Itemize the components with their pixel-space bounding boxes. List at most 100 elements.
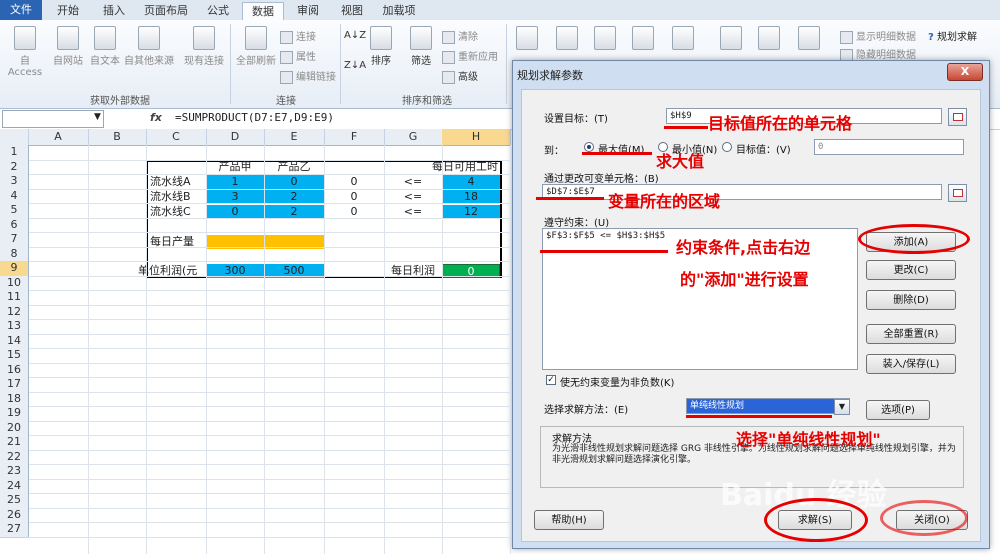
cell-h2[interactable]: 每日可用工时 [432,160,512,174]
cell-g3[interactable]: <= [384,175,442,189]
row-header-1[interactable]: 1 [0,145,29,161]
cell-h4[interactable]: 18 [442,190,500,204]
cell-e2[interactable]: 产品乙 [264,160,324,174]
edit-links-button[interactable]: 编辑链接 [280,68,336,84]
value-of-input[interactable]: 0 [814,139,964,155]
row-header-15[interactable]: 15 [0,348,29,364]
connections-button[interactable]: 连接 [280,28,316,44]
from-web-button[interactable]: 自网站 [50,26,86,67]
existing-connections-button[interactable]: 现有连接 [180,26,228,67]
reset-all-button[interactable]: 全部重置(R) [866,324,956,344]
row-header-27[interactable]: 27 [0,522,29,538]
row-header-12[interactable]: 12 [0,304,29,320]
change-constraint-button[interactable]: 更改(C) [866,260,956,280]
row-header-20[interactable]: 20 [0,420,29,436]
clear-filter-button[interactable]: 清除 [442,28,478,44]
objective-range-picker-icon[interactable] [948,108,967,126]
column-header-d[interactable]: D [206,129,265,145]
tab-file[interactable]: 文件 [0,0,42,20]
close-icon[interactable]: X [947,63,983,81]
text-to-columns-button[interactable] [514,26,540,52]
row-header-18[interactable]: 18 [0,391,29,407]
row-header-2[interactable]: 2 [0,159,29,175]
chevron-down-icon[interactable]: ▼ [834,399,850,415]
filter-button[interactable]: 筛选 [404,26,438,67]
tab-addins[interactable]: 加载项 [376,2,422,19]
options-button[interactable]: 选项(P) [866,400,930,420]
nonnegative-checkbox[interactable]: ✓ [546,375,556,385]
cell-e3[interactable]: 0 [264,175,324,189]
remove-duplicates-button[interactable] [554,26,580,52]
row-header-13[interactable]: 13 [0,319,29,335]
solver-button[interactable]: ? 规划求解 [928,28,977,43]
row-header-5[interactable]: 5 [0,203,29,219]
column-header-g[interactable]: G [384,129,443,145]
advanced-filter-button[interactable]: 高级 [442,68,478,84]
column-header-b[interactable]: B [88,129,147,145]
cell-f3[interactable]: 0 [324,175,384,189]
cell-f4[interactable]: 0 [324,190,384,204]
subtotal-button[interactable] [796,26,822,52]
tab-insert[interactable]: 插入 [94,2,134,19]
row-header-21[interactable]: 21 [0,435,29,451]
sort-ascending-button[interactable]: A↓Z [344,30,366,41]
consolidate-button[interactable] [630,26,656,52]
cell-c4[interactable]: 流水线B [150,190,206,204]
help-button[interactable]: 帮助(H) [534,510,604,530]
row-header-26[interactable]: 26 [0,507,29,523]
column-header-a[interactable]: A [28,129,89,145]
cell-d4[interactable]: 3 [206,190,264,204]
solving-method-select[interactable]: 单纯线性规划 [686,398,850,414]
row-header-19[interactable]: 19 [0,406,29,422]
name-box-dropdown-icon[interactable]: ▼ [94,112,101,122]
sort-button[interactable]: 排序 [366,26,396,67]
delete-constraint-button[interactable]: 删除(D) [866,290,956,310]
tab-review[interactable]: 审阅 [288,2,328,19]
reapply-button[interactable]: 重新应用 [442,48,498,64]
group-button[interactable] [718,26,744,52]
sort-descending-button[interactable]: Z↓A [344,60,366,71]
row-header-16[interactable]: 16 [0,362,29,378]
cell-g4[interactable]: <= [384,190,442,204]
cell-d3[interactable]: 1 [206,175,264,189]
row-header-10[interactable]: 10 [0,275,29,291]
from-other-sources-button[interactable]: 自其他来源 [122,26,176,67]
select-all-corner[interactable] [0,129,29,145]
from-text-button[interactable]: 自文本 [88,26,122,67]
row-header-9[interactable]: 9 [0,261,29,277]
what-if-button[interactable] [670,26,696,52]
cell-h3[interactable]: 4 [442,175,500,189]
properties-button[interactable]: 属性 [280,48,316,64]
row-header-17[interactable]: 17 [0,377,29,393]
tab-data[interactable]: 数据 [242,2,284,21]
row-header-3[interactable]: 3 [0,174,29,190]
row-header-7[interactable]: 7 [0,232,29,248]
column-header-c[interactable]: C [146,129,207,145]
row-header-14[interactable]: 14 [0,333,29,349]
row-header-25[interactable]: 25 [0,493,29,509]
max-radio[interactable] [584,142,594,152]
column-header-f[interactable]: F [324,129,385,145]
formula-input[interactable]: =SUMPRODUCT(D7:E7,D9:E9) [175,111,334,124]
row-header-6[interactable]: 6 [0,217,29,233]
value-of-radio[interactable] [722,142,732,152]
row-header-4[interactable]: 4 [0,188,29,204]
row-header-11[interactable]: 11 [0,290,29,306]
ungroup-button[interactable] [756,26,782,52]
tab-formulas[interactable]: 公式 [198,2,238,19]
show-detail-button[interactable]: 显示明细数据 [840,28,916,44]
row-header-22[interactable]: 22 [0,449,29,465]
column-header-e[interactable]: E [264,129,325,145]
cell-c3[interactable]: 流水线A [150,175,206,189]
changing-cells-picker-icon[interactable] [948,184,967,202]
tab-home[interactable]: 开始 [48,2,88,19]
row-header-24[interactable]: 24 [0,478,29,494]
cell-d2[interactable]: 产品甲 [206,160,264,174]
cell-e4[interactable]: 2 [264,190,324,204]
row-header-23[interactable]: 23 [0,464,29,480]
tab-page-layout[interactable]: 页面布局 [138,2,194,19]
tab-view[interactable]: 视图 [332,2,372,19]
insert-function-icon[interactable]: fx [150,111,162,124]
row-header-8[interactable]: 8 [0,246,29,262]
refresh-all-button[interactable]: 全部刷新 [234,26,278,67]
